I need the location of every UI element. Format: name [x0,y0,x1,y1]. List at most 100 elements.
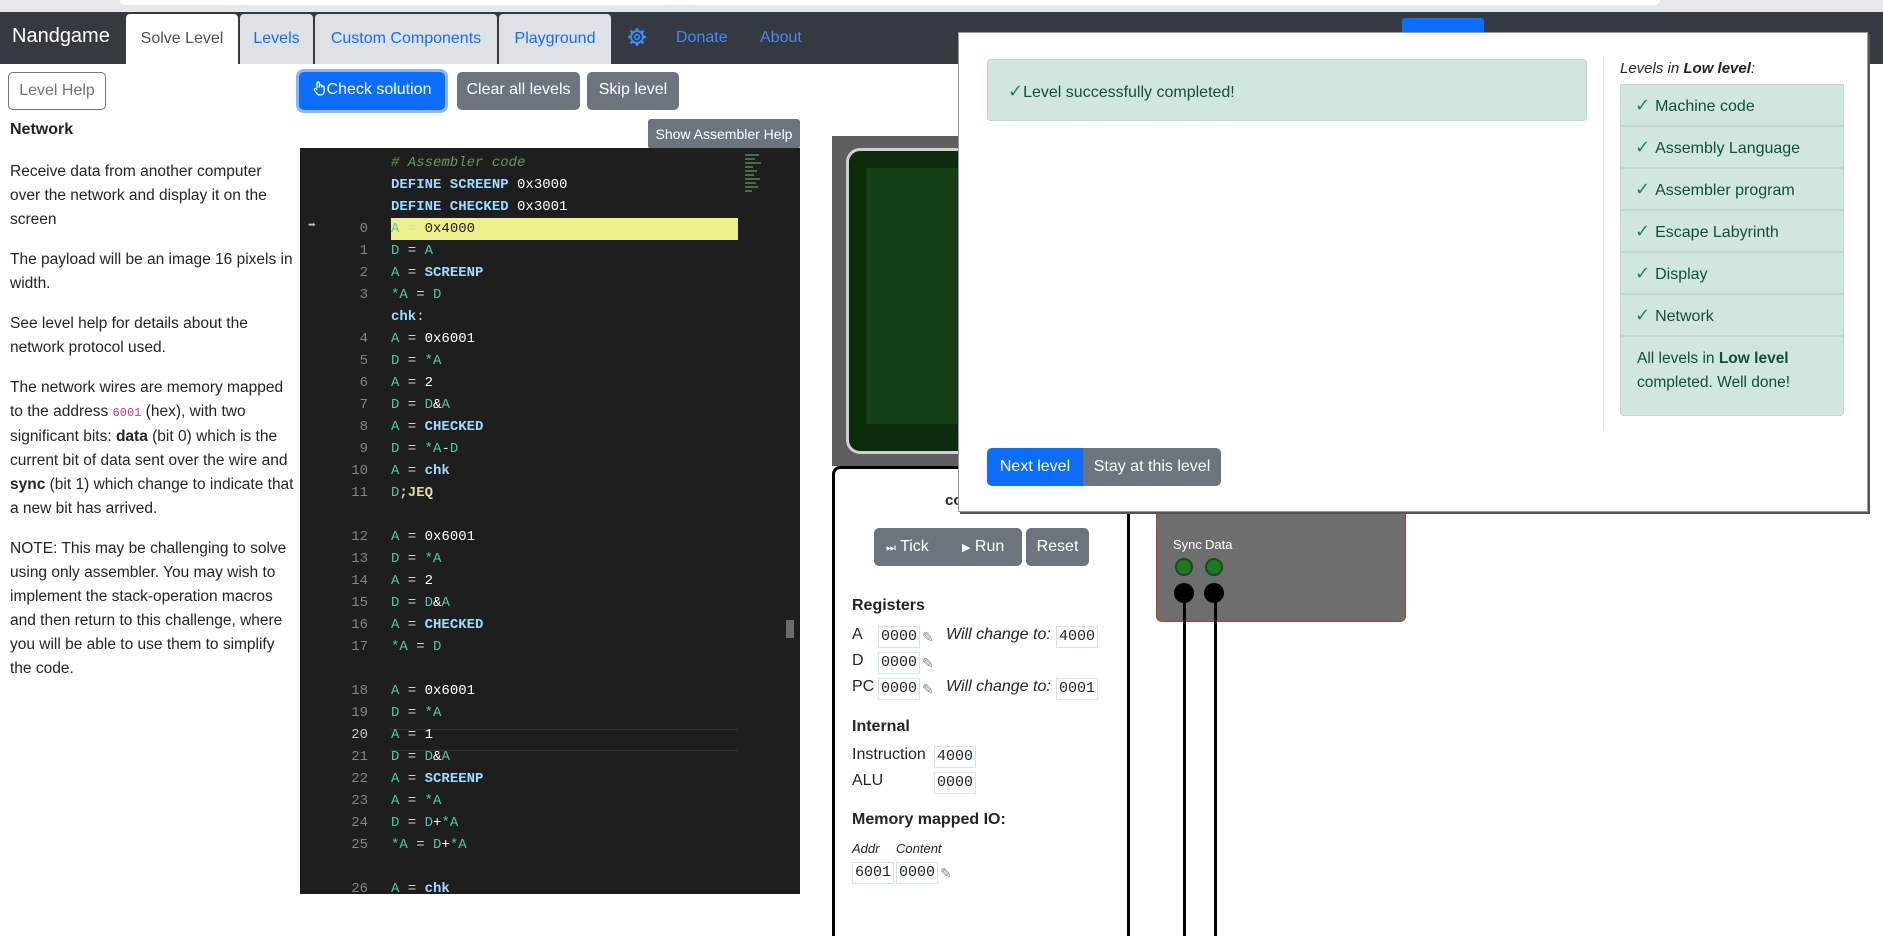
line-number: 21 [351,749,368,765]
code-line[interactable]: 10 A = chk [300,460,740,482]
editor-minimap[interactable] [745,152,763,222]
code-line[interactable]: 7 D = D&A [300,394,740,416]
code-line[interactable]: 14 A = 2 [300,570,740,592]
success-message: Level successfully completed! [1023,84,1235,101]
step-icon: ⏭ [886,542,896,554]
level-list-item[interactable]: ✓ Network [1620,294,1844,336]
data-wire [1214,600,1217,936]
code-line[interactable]: 6 A = 2 [300,372,740,394]
code-line[interactable]: 2 A = SCREENP [300,262,740,284]
code-line[interactable]: # Assembler code [300,152,740,174]
network-device: Sync Data [1156,510,1406,622]
register-pc-value: 0000 [878,678,921,700]
address-bar-edge [120,0,1660,5]
code-line[interactable]: 23 A = *A [300,790,740,812]
code-text: # Assembler code [391,155,526,171]
pencil-icon[interactable]: ✎ [922,629,934,646]
brand-logo[interactable]: Nandgame [12,25,110,48]
code-text: A = CHECKED [391,419,484,435]
code-line[interactable]: 24 D = D+*A [300,812,740,834]
level-help-button[interactable]: Level Help [8,72,106,110]
run-button[interactable]: ▶ Run [962,528,1004,567]
code-line[interactable]: 13 D = *A [300,548,740,570]
code-line[interactable]: 22 A = SCREENP [300,768,740,790]
next-level-button[interactable]: Next level [987,448,1083,486]
checkmark-icon: ✓ [1635,95,1656,115]
code-text: DEFINE CHECKED 0x3001 [391,199,568,215]
line-number: 17 [351,639,368,655]
assembler-code-editor[interactable]: ➡ # Assembler code DEFINE SCREENP 0x3000 D… [300,148,800,894]
line-number: 23 [351,793,368,809]
level-list-item[interactable]: ✓ Escape Labyrinth [1620,210,1844,252]
code-line[interactable]: chk: [300,306,740,328]
show-assembler-help-button[interactable]: Show Assembler Help [648,119,800,149]
code-line[interactable]: DEFINE CHECKED 0x3001 [300,196,740,218]
skip-level-button[interactable]: Skip level [587,72,679,110]
code-line[interactable]: 4 A = 0x6001 [300,328,740,350]
screen-display-pixels [866,168,972,424]
code-line[interactable]: 19 D = *A [300,702,740,724]
level-list-item[interactable]: ✓ Assembly Language [1620,126,1844,168]
levels-heading: Levels in Low level: [1620,60,1756,77]
code-line[interactable]: 12 A = 0x6001 [300,526,740,548]
check-solution-button[interactable]: Check solution [299,72,445,110]
code-line[interactable] [300,658,740,680]
code-line[interactable]: 25 *A = D+*A [300,834,740,856]
code-line[interactable]: 1 D = A [300,240,740,262]
code-text: D = *A [391,353,442,369]
code-line[interactable]: 5 D = *A [300,350,740,372]
mmio-content-header: Content [896,841,942,856]
code-line[interactable]: 20 A = 1 [300,724,740,746]
clear-all-levels-button[interactable]: Clear all levels [457,72,580,110]
checkmark-icon: ✓ [1635,305,1656,325]
level-paragraph-4: The network wires are memory mapped to t… [10,379,294,517]
code-line[interactable]: 9 D = *A-D [300,438,740,460]
code-line[interactable]: 3 *A = D [300,284,740,306]
line-number: 5 [359,353,368,369]
about-link[interactable]: About [760,12,802,64]
line-number: 26 [351,881,368,894]
code-text: A = SCREENP [391,771,484,787]
line-number: 7 [359,397,368,413]
code-line[interactable] [300,504,740,526]
gear-icon[interactable] [627,27,647,47]
code-line[interactable]: 11 D;JEQ [300,482,740,504]
code-line[interactable] [300,856,740,878]
dialog-divider [1603,56,1604,431]
code-text: D = D&A [391,397,450,413]
editor-scrollbar[interactable] [786,620,794,638]
tick-button[interactable]: ⏭ Tick [886,528,929,567]
registers-heading: Registers [852,597,925,614]
code-line[interactable]: 0 A = 0x4000 [300,218,740,240]
line-number: 22 [351,771,368,787]
tab-solve-level[interactable]: Solve Level [126,14,238,64]
code-line[interactable]: 16 A = CHECKED [300,614,740,636]
line-number: 24 [351,815,368,831]
code-line[interactable]: 21 D = D&A [300,746,740,768]
tab-levels[interactable]: Levels [240,14,313,64]
stay-at-this-level-button[interactable]: Stay at this level [1083,448,1221,486]
code-line[interactable]: 15 D = D&A [300,592,740,614]
tab-custom-components[interactable]: Custom Components [315,14,497,64]
code-text: D = *A [391,705,442,721]
code-line[interactable]: 18 A = 0x6001 [300,680,740,702]
line-number: 3 [359,287,368,303]
code-line[interactable]: DEFINE SCREENP 0x3000 [300,174,740,196]
code-line[interactable]: 17 *A = D [300,636,740,658]
code-text: *A = D [391,639,442,655]
pencil-icon[interactable]: ✎ [922,681,934,698]
code-line[interactable]: 26 A = chk [300,878,740,894]
pencil-icon[interactable]: ✎ [922,655,934,672]
register-d-label: D [852,652,864,669]
level-title: Network [10,121,74,138]
tab-playground[interactable]: Playground [499,14,611,64]
donate-link[interactable]: Donate [676,12,728,64]
reset-button[interactable]: Reset [1026,528,1089,566]
pencil-icon[interactable]: ✎ [940,865,952,882]
level-list-item[interactable]: ✓ Display [1620,252,1844,294]
code-line[interactable]: 8 A = CHECKED [300,416,740,438]
code-text: *A = D+*A [391,837,467,853]
level-list-item[interactable]: ✓ Machine code [1620,84,1844,126]
level-list-item[interactable]: ✓ Assembler program [1620,168,1844,210]
line-number: 18 [351,683,368,699]
